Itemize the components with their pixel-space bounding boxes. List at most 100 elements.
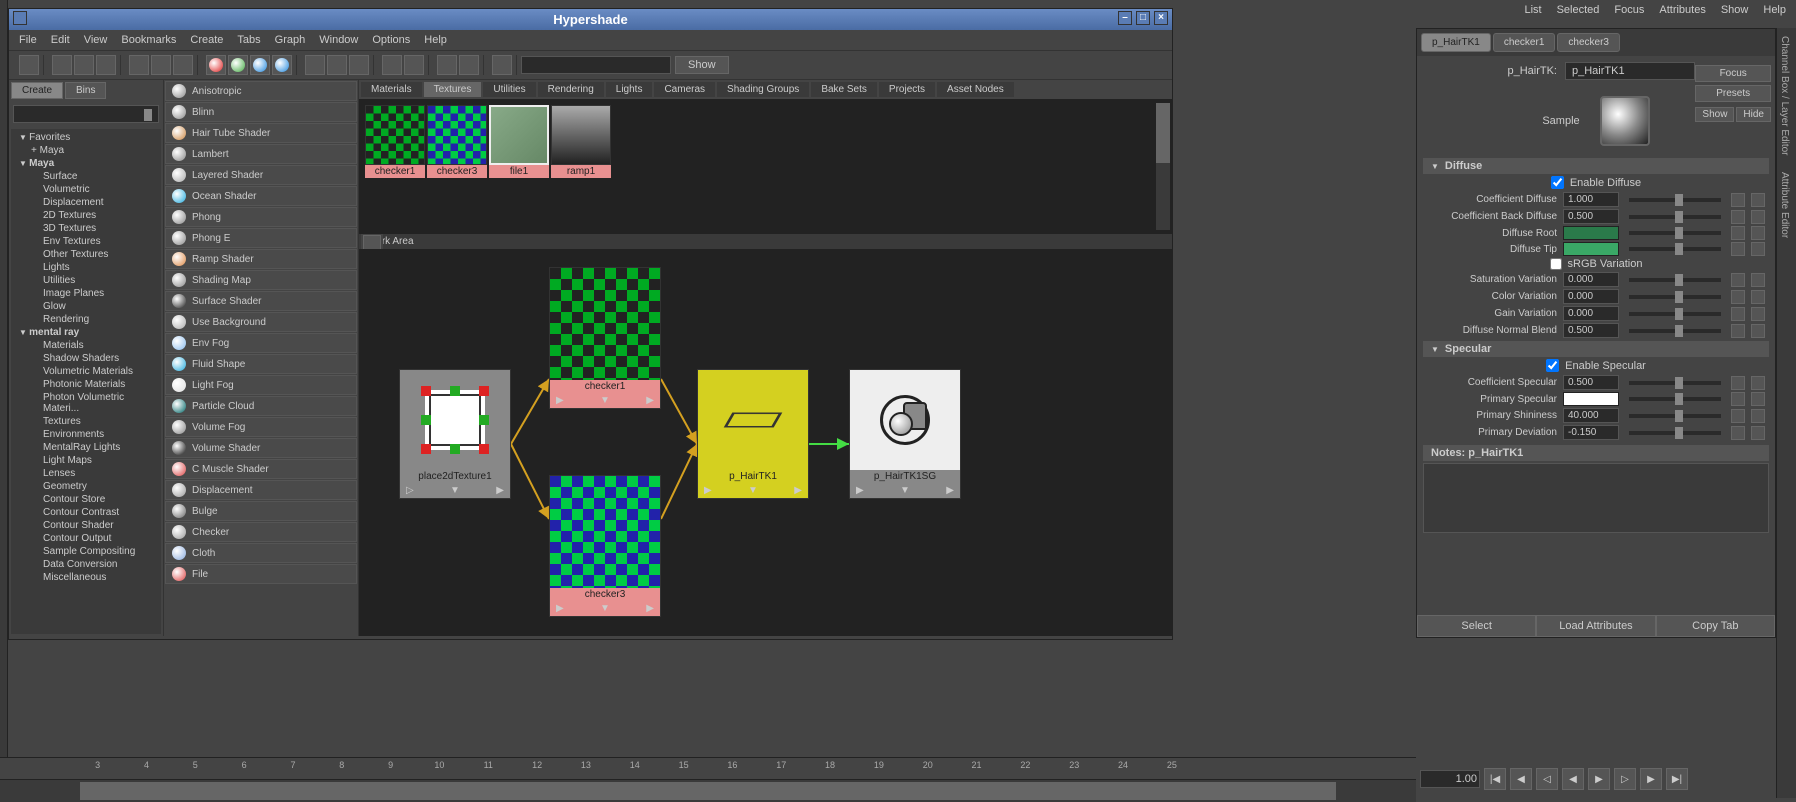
tree-item[interactable]: Glow bbox=[15, 300, 157, 313]
tb-btn[interactable] bbox=[19, 55, 39, 75]
node-hairtk-sg[interactable]: p_HairTK1SG ▶▼▶ bbox=[849, 369, 961, 499]
current-frame-input[interactable] bbox=[1420, 770, 1480, 788]
menu-attributes[interactable]: Attributes bbox=[1659, 4, 1705, 16]
shader-item[interactable]: Cloth bbox=[165, 543, 357, 563]
hy-menu-bookmarks[interactable]: Bookmarks bbox=[121, 34, 176, 46]
attr-slider[interactable] bbox=[1629, 231, 1721, 235]
connection-icon[interactable] bbox=[1751, 409, 1765, 423]
attr-slider[interactable] bbox=[1629, 381, 1721, 385]
menu-list[interactable]: List bbox=[1524, 4, 1541, 16]
shader-item[interactable]: Phong bbox=[165, 207, 357, 227]
tree-item[interactable]: Miscellaneous bbox=[15, 571, 157, 584]
timeline-ruler[interactable]: 345678910111213141516171819202122232425 bbox=[0, 758, 1416, 780]
tb-btn[interactable] bbox=[52, 55, 72, 75]
key-back-icon[interactable]: ◁ bbox=[1536, 768, 1558, 790]
tree-item[interactable]: Rendering bbox=[15, 313, 157, 326]
tree-item[interactable]: Surface bbox=[15, 170, 157, 183]
node-checker1[interactable]: checker1 ▶▼▶ bbox=[549, 267, 661, 409]
toolbar-search[interactable] bbox=[521, 56, 671, 74]
hy-menu-edit[interactable]: Edit bbox=[51, 34, 70, 46]
tb-btn[interactable] bbox=[206, 55, 226, 75]
tb-btn[interactable] bbox=[74, 55, 94, 75]
attr-value-input[interactable] bbox=[1563, 306, 1619, 321]
center-tab[interactable]: Rendering bbox=[538, 82, 604, 97]
center-tab[interactable]: Utilities bbox=[483, 82, 535, 97]
connection-icon[interactable] bbox=[1751, 376, 1765, 390]
map-icon[interactable] bbox=[1731, 376, 1745, 390]
texture-thumb[interactable]: file1 bbox=[489, 105, 549, 228]
map-icon[interactable] bbox=[1731, 193, 1745, 207]
rewind-start-icon[interactable]: |◀ bbox=[1484, 768, 1506, 790]
connection-icon[interactable] bbox=[1751, 324, 1765, 338]
center-tab[interactable]: Lights bbox=[606, 82, 653, 97]
attr-value-input[interactable] bbox=[1563, 289, 1619, 304]
load-attributes-button[interactable]: Load Attributes bbox=[1536, 615, 1655, 637]
attr-slider[interactable] bbox=[1629, 215, 1721, 219]
attr-slider[interactable] bbox=[1629, 312, 1721, 316]
textures-scrollbar[interactable] bbox=[1156, 103, 1170, 230]
tb-btn[interactable] bbox=[459, 55, 479, 75]
texture-thumb[interactable]: checker1 bbox=[365, 105, 425, 228]
copy-tab-button[interactable]: Copy Tab bbox=[1656, 615, 1775, 637]
attr-slider[interactable] bbox=[1629, 397, 1721, 401]
tree-item[interactable]: Volumetric Materials bbox=[15, 365, 157, 378]
map-icon[interactable] bbox=[1731, 409, 1745, 423]
tree-item[interactable]: MentalRay Lights bbox=[15, 441, 157, 454]
tb-btn[interactable] bbox=[173, 55, 193, 75]
shader-item[interactable]: Env Fog bbox=[165, 333, 357, 353]
hy-menu-window[interactable]: Window bbox=[319, 34, 358, 46]
attr-slider[interactable] bbox=[1629, 414, 1721, 418]
hy-menu-tabs[interactable]: Tabs bbox=[237, 34, 260, 46]
shader-item[interactable]: Shading Map bbox=[165, 270, 357, 290]
tab-attribute-editor[interactable]: Attribute Editor bbox=[1777, 164, 1792, 246]
tree-item[interactable]: Photonic Materials bbox=[15, 378, 157, 391]
map-icon[interactable] bbox=[1731, 290, 1745, 304]
tb-btn[interactable] bbox=[305, 55, 325, 75]
shader-item[interactable]: Anisotropic bbox=[165, 81, 357, 101]
shader-item[interactable]: Ocean Shader bbox=[165, 186, 357, 206]
shader-item[interactable]: Light Fog bbox=[165, 375, 357, 395]
shader-item[interactable]: Displacement bbox=[165, 480, 357, 500]
attr-slider[interactable] bbox=[1629, 198, 1721, 202]
attr-value-input[interactable] bbox=[1563, 209, 1619, 224]
tree-item[interactable]: Contour Store bbox=[15, 493, 157, 506]
shader-item[interactable]: File bbox=[165, 564, 357, 584]
color-swatch[interactable] bbox=[1563, 242, 1619, 256]
connection-icon[interactable] bbox=[1751, 242, 1765, 256]
shader-item[interactable]: Lambert bbox=[165, 144, 357, 164]
tree-item[interactable]: Shadow Shaders bbox=[15, 352, 157, 365]
create-filter[interactable] bbox=[13, 105, 159, 123]
tree-item[interactable]: Displacement bbox=[15, 196, 157, 209]
tb-btn[interactable] bbox=[492, 55, 512, 75]
tree-item[interactable]: Favorites bbox=[15, 131, 157, 144]
attr-slider[interactable] bbox=[1629, 431, 1721, 435]
shader-item[interactable]: Surface Shader bbox=[165, 291, 357, 311]
connection-icon[interactable] bbox=[1751, 273, 1765, 287]
attr-value-input[interactable] bbox=[1563, 323, 1619, 338]
center-tab[interactable]: Cameras bbox=[654, 82, 715, 97]
step-forward-icon[interactable]: ▶ bbox=[1640, 768, 1662, 790]
attr-tab-checker1[interactable]: checker1 bbox=[1493, 33, 1556, 52]
map-icon[interactable] bbox=[1731, 210, 1745, 224]
minimize-icon[interactable]: – bbox=[1118, 11, 1132, 25]
tree-item[interactable]: Image Planes bbox=[15, 287, 157, 300]
shader-item[interactable]: Volume Fog bbox=[165, 417, 357, 437]
notes-area[interactable] bbox=[1423, 463, 1769, 533]
tree-item[interactable]: Data Conversion bbox=[15, 558, 157, 571]
map-icon[interactable] bbox=[1731, 392, 1745, 406]
select-button[interactable]: Select bbox=[1417, 615, 1536, 637]
attr-tab-checker3[interactable]: checker3 bbox=[1557, 33, 1620, 52]
map-icon[interactable] bbox=[1731, 226, 1745, 240]
attr-slider[interactable] bbox=[1629, 278, 1721, 282]
center-tab[interactable]: Bake Sets bbox=[811, 82, 877, 97]
map-icon[interactable] bbox=[1731, 324, 1745, 338]
step-back-icon[interactable]: ◀ bbox=[1510, 768, 1532, 790]
tree-item[interactable]: Environments bbox=[15, 428, 157, 441]
node-name-input[interactable] bbox=[1565, 62, 1695, 80]
color-swatch[interactable] bbox=[1563, 226, 1619, 240]
shader-item[interactable]: Use Background bbox=[165, 312, 357, 332]
tree-item[interactable]: Lenses bbox=[15, 467, 157, 480]
center-tab[interactable]: Shading Groups bbox=[717, 82, 809, 97]
shader-item[interactable]: Fluid Shape bbox=[165, 354, 357, 374]
connection-icon[interactable] bbox=[1751, 426, 1765, 440]
